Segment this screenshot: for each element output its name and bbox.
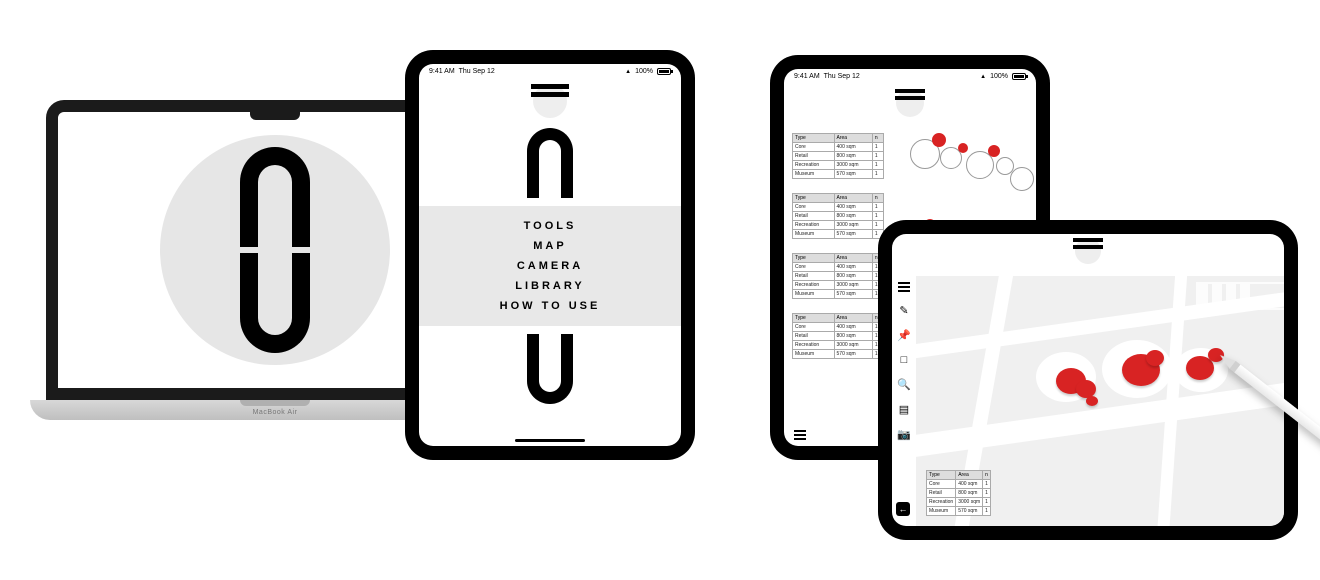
pen-icon[interactable]: ✎ [899, 304, 908, 317]
table-row: Museum570 sqm1 [927, 507, 991, 516]
menu-item-how-to-use[interactable]: HOW TO USE [500, 300, 601, 312]
table-row: Museum570 sqm1 [793, 290, 884, 299]
table-row: Retail800 sqm1 [793, 272, 884, 281]
battery-icon [1012, 73, 1026, 80]
map-canvas[interactable]: TypeAreanCore400 sqm1Retail800 sqm1Recre… [916, 276, 1284, 526]
brand-header [1073, 238, 1103, 268]
menu-item-map[interactable]: MAP [533, 240, 566, 252]
table-row: Recreation3000 sqm1 [927, 498, 991, 507]
menu-item-camera[interactable]: CAMERA [517, 260, 583, 272]
table-header: n [872, 194, 883, 203]
menu-item-tools[interactable]: TOOLS [524, 220, 577, 232]
zoom-icon[interactable]: 🔍 [897, 378, 911, 391]
wifi-icon [980, 73, 986, 80]
table-row: Core400 sqm1 [793, 263, 884, 272]
table-header: Type [793, 194, 835, 203]
menu-item-library[interactable]: LIBRARY [515, 280, 584, 292]
table-header: Type [793, 314, 835, 323]
space-table: TypeAreanCore400 sqm1Retail800 sqm1Recre… [792, 193, 884, 239]
table-row: Core400 sqm1 [793, 203, 884, 212]
table-header: Type [793, 254, 835, 263]
home-indicator[interactable] [515, 439, 585, 442]
status-bar: 9:41 AM Thu Sep 12 100% [419, 64, 681, 78]
logo-top-u [527, 128, 573, 198]
table-header: n [872, 134, 883, 143]
hamburger-icon[interactable] [898, 282, 910, 292]
table-row: Retail800 sqm1 [793, 152, 884, 161]
back-button[interactable]: ← [896, 502, 910, 516]
macbook-label: MacBook Air [253, 409, 298, 416]
space-table: TypeAreanCore400 sqm1Retail800 sqm1Recre… [792, 313, 884, 359]
brand-header [895, 89, 925, 121]
table-row: Core400 sqm1 [793, 143, 884, 152]
table-header: Area [834, 194, 872, 203]
table-row: Core400 sqm1 [793, 323, 884, 332]
table-header: Type [793, 134, 835, 143]
table-header: Type [927, 471, 956, 480]
space-table: TypeAreanCore400 sqm1Retail800 sqm1Recre… [792, 133, 884, 179]
eraser-icon[interactable]: □ [901, 354, 908, 366]
logo-top-u [240, 147, 310, 247]
logo-bottom-u [527, 334, 573, 404]
table-row: Retail800 sqm1 [793, 332, 884, 341]
hamburger-icon[interactable] [794, 430, 806, 440]
map-space-table: TypeAreanCore400 sqm1Retail800 sqm1Recre… [926, 470, 991, 516]
status-bar: 9:41 AM Thu Sep 12 100% [784, 69, 1036, 83]
status-battery-text: 100% [635, 68, 653, 75]
table-row: Museum570 sqm1 [793, 170, 884, 179]
table-row: Museum570 sqm1 [793, 350, 884, 359]
table-row: Recreation3000 sqm1 [793, 221, 884, 230]
table-row: Retail800 sqm1 [793, 212, 884, 221]
brand-header [531, 84, 569, 120]
table-header: Area [834, 134, 872, 143]
status-time: 9:41 AM Thu Sep 12 [429, 68, 495, 75]
table-row: Recreation3000 sqm1 [793, 281, 884, 290]
table-row: Core400 sqm1 [927, 480, 991, 489]
layers-icon[interactable]: ▤ [899, 403, 909, 416]
table-header: Area [834, 254, 872, 263]
table-row: Recreation3000 sqm1 [793, 341, 884, 350]
space-table: TypeAreanCore400 sqm1Retail800 sqm1Recre… [792, 253, 884, 299]
table-header: Area [956, 471, 983, 480]
table-row: Recreation3000 sqm1 [793, 161, 884, 170]
table-header: n [983, 471, 991, 480]
table-row: Retail800 sqm1 [927, 489, 991, 498]
camera-icon[interactable]: 📷 [897, 428, 911, 441]
table-row: Museum570 sqm1 [793, 230, 884, 239]
wifi-icon [625, 68, 631, 75]
ipad-menu-device: 9:41 AM Thu Sep 12 100% TOOLS MAP CAMERA… [405, 50, 695, 460]
pin-icon[interactable]: 📌 [897, 329, 911, 342]
battery-icon [657, 68, 671, 75]
table-header: Area [834, 314, 872, 323]
logo-bottom-u [240, 253, 310, 353]
ipad-map-device: ✎ 📌 □ 🔍 ▤ 📷 [878, 220, 1298, 540]
brand-logo [240, 147, 310, 353]
